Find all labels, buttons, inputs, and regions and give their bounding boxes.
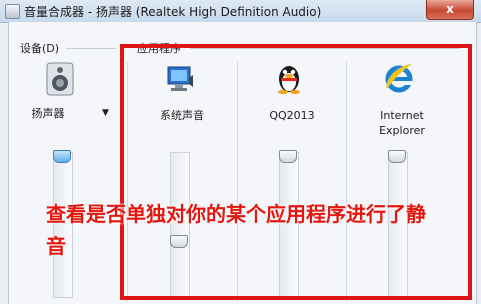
device-divider [66,48,116,49]
device-name-label[interactable]: 扬声器 [18,106,78,121]
annotation-text: 查看是否单独对你的某个应用程序进行了静音 [46,202,426,258]
window-title: 音量合成器 - 扬声器 (Realtek High Definition Aud… [24,5,322,19]
title-bar: 音量合成器 - 扬声器 (Realtek High Definition Aud… [0,0,481,23]
device-section-label: 设备(D) [20,42,60,55]
volume-mixer-app-icon [5,4,20,19]
close-button[interactable]: x [426,0,474,20]
chevron-down-icon[interactable]: ▼ [102,108,109,118]
device-volume-slider-thumb[interactable] [53,150,71,163]
speaker-icon[interactable] [46,62,74,96]
